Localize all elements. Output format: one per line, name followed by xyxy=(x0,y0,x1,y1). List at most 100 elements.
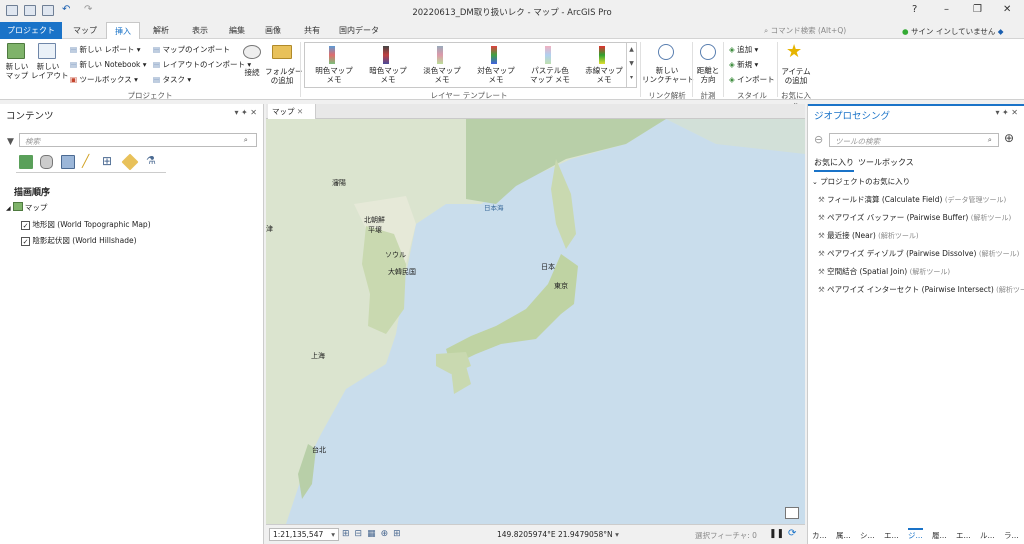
checkbox-checked[interactable]: ✓ xyxy=(21,221,30,230)
coordinate-readout[interactable]: 149.8205974°E 21.9479058°N ▾ xyxy=(497,530,619,539)
draw-order-heading: 描画順序 xyxy=(14,188,51,198)
layer-template-item[interactable]: 淡色マップ メモ xyxy=(419,66,465,84)
tool-search-input[interactable]: ツールの検索 ⌕ xyxy=(829,133,999,147)
restore-button[interactable]: ❐ xyxy=(973,4,982,15)
bell-icon[interactable]: ◆ xyxy=(995,27,1004,36)
list-by-editing-icon[interactable]: ╱ xyxy=(82,154,89,168)
favorite-tool-item[interactable]: ⚒ 最近接 (Near) (解析ツール) xyxy=(818,230,919,241)
pane-options-icon[interactable]: ▾ ✦ ✕ xyxy=(995,108,1018,117)
tab-insert[interactable]: 挿入 xyxy=(106,22,140,40)
tab-toolboxes[interactable]: ツールボックス xyxy=(858,157,914,168)
hammer-icon: ⚒ xyxy=(818,195,828,204)
checkbox-checked[interactable]: ✓ xyxy=(21,237,30,246)
map-canvas[interactable] xyxy=(266,104,805,524)
pane-options-icon[interactable]: ▾ ✦ ✕ xyxy=(234,108,257,117)
connect-button[interactable]: 接続 xyxy=(238,68,266,77)
distance-direction-icon xyxy=(700,44,716,60)
new-notebook-button[interactable]: ▤ 新しい Notebook ▾ xyxy=(70,59,147,70)
dock-tab[interactable]: ル... xyxy=(980,530,995,541)
new-link-chart-button[interactable]: 新しい リンクチャート xyxy=(642,66,694,84)
gallery-scroll[interactable]: ▲ ▼ ▾ xyxy=(626,43,636,87)
tab-imagery[interactable]: 画像 xyxy=(256,22,290,39)
dock-tab[interactable]: シ... xyxy=(860,530,875,541)
list-by-labeling-icon[interactable] xyxy=(121,153,139,171)
style-new-button[interactable]: ◈ 新規 ▾ xyxy=(729,59,758,70)
new-report-button[interactable]: ▤ 新しい レポート ▾ xyxy=(70,44,141,55)
style-import-button[interactable]: ◈ インポート xyxy=(729,74,775,85)
map-tab[interactable]: マップ ✕ xyxy=(268,104,316,119)
style-add-button[interactable]: ◈ 追加 ▾ xyxy=(729,44,758,55)
dock-tab[interactable]: カ... xyxy=(812,530,827,541)
title-bar: ↶ ↷ 20220613_DM取り扱いレク - マップ - ArcGIS Pro… xyxy=(0,0,1024,22)
favorite-tool-item[interactable]: ⚒ 空間結合 (Spatial Join) (解析ツール) xyxy=(818,266,950,277)
tab-domestic-data[interactable]: 国内データ xyxy=(334,22,384,39)
layer-template-item[interactable]: 暗色マップ メモ xyxy=(365,66,411,84)
layer-world-topographic[interactable]: ✓ 地形図 (World Topographic Map) xyxy=(21,219,151,230)
add-folder-button[interactable]: フォルダー の追加 xyxy=(265,67,303,85)
list-by-selection-icon[interactable] xyxy=(61,155,75,169)
dock-tab[interactable]: 属... xyxy=(836,530,851,541)
filter-icon[interactable]: ▼ xyxy=(7,137,14,147)
favorite-tool-item[interactable]: ⚒ ペアワイズ インターセクト (Pairwise Intersect) (解析… xyxy=(818,284,1024,295)
favorite-tool-item[interactable]: ⚒ フィールド演算 (Calculate Field) (データ管理ツール) xyxy=(818,194,1006,205)
task-button[interactable]: ▤ タスク ▾ xyxy=(153,74,191,85)
map-node[interactable]: ◢ マップ xyxy=(6,202,47,213)
close-button[interactable]: ✕ xyxy=(1003,4,1011,15)
map-tools-icon[interactable]: ⊞⊟▦⊕⊞ xyxy=(342,529,406,539)
tab-map[interactable]: マップ xyxy=(66,22,104,39)
tab-project[interactable]: プロジェクト xyxy=(0,22,62,39)
import-map-button[interactable]: ▤ マップのインポート xyxy=(153,44,230,55)
distance-direction-button[interactable]: 距離と 方向 xyxy=(694,66,722,84)
command-search[interactable]: ⌕ コマンド検索 (Alt+Q) xyxy=(764,25,890,37)
layer-template-item[interactable]: 明色マップ メモ xyxy=(311,66,357,84)
import-layout-button[interactable]: ▤ レイアウトのインポート ▾ xyxy=(153,59,251,70)
toolbox-button[interactable]: ▣ ツールボックス ▾ xyxy=(70,74,138,85)
layer-template-item[interactable]: パステル色 マップ メモ xyxy=(527,66,573,84)
group-link-analysis: リンク解析 xyxy=(648,91,686,100)
dock-tab[interactable]: 履... xyxy=(932,530,947,541)
dock-tab[interactable]: エ... xyxy=(956,530,971,541)
refresh-icon[interactable]: ⟳ xyxy=(788,528,796,539)
separator xyxy=(777,42,778,97)
list-by-perspective-icon[interactable]: ⚗ xyxy=(146,154,156,167)
pause-icon[interactable]: ❚❚ xyxy=(769,529,784,539)
list-by-drawing-order-icon[interactable] xyxy=(19,155,33,169)
back-icon[interactable]: ⊖ xyxy=(814,133,823,146)
selected-features-count: 選択フィーチャ: 0 xyxy=(695,531,757,540)
layer-template-item[interactable]: 赤線マップ メモ xyxy=(581,66,627,84)
scale-selector[interactable]: 1:21,135,547 ▾ xyxy=(269,528,339,541)
separator xyxy=(640,42,641,97)
signin-status[interactable]: ● サイン インしていません ◆ xyxy=(902,26,1004,37)
tab-favorites[interactable]: お気に入り xyxy=(814,157,854,172)
favorite-tool-item[interactable]: ⚒ ペアワイズ バッファー (Pairwise Buffer) (解析ツール) xyxy=(818,212,1011,223)
tab-edit[interactable]: 編集 xyxy=(220,22,254,39)
map-overview-icon[interactable] xyxy=(785,507,799,519)
tab-view[interactable]: 表示 xyxy=(183,22,217,39)
new-map-button[interactable]: 新しい マップ xyxy=(2,62,32,80)
dock-tab[interactable]: ジ... xyxy=(908,528,923,541)
window-title: 20220613_DM取り扱いレク - マップ - ArcGIS Pro xyxy=(412,8,612,18)
list-by-source-icon[interactable] xyxy=(40,155,53,169)
map-view[interactable]: 瀋陽 北朝鮮 平壌 ソウル 大韓民国 日本海 日本 東京 上海 台北 津 マップ ✕ xyxy=(266,104,805,524)
minimize-button[interactable]: – xyxy=(944,4,949,15)
layer-world-hillshade[interactable]: ✓ 陰影起伏図 (World Hillshade) xyxy=(21,235,137,246)
geoprocessing-title: ジオプロセシング xyxy=(814,111,891,122)
list-by-snapping-icon[interactable]: ⊞ xyxy=(102,154,112,168)
contents-search-input[interactable]: 検索 ⌕ xyxy=(19,133,257,147)
dock-tab[interactable]: エ... xyxy=(884,530,899,541)
template-icon xyxy=(545,46,551,64)
add-tool-icon[interactable]: ⊕ xyxy=(1004,131,1014,145)
dock-tab[interactable]: ラ... xyxy=(1004,530,1019,541)
tab-share[interactable]: 共有 xyxy=(295,22,329,39)
project-favorites-group[interactable]: ⌄ プロジェクトのお気に入り xyxy=(812,176,910,187)
help-button[interactable]: ? xyxy=(912,4,917,15)
template-icon xyxy=(599,46,605,64)
hammer-icon: ⚒ xyxy=(818,267,828,276)
add-item-button[interactable]: アイテム の追加 xyxy=(779,67,813,85)
group-project: プロジェクト xyxy=(127,91,173,100)
new-layout-button[interactable]: 新しい レイアウト xyxy=(31,62,69,80)
tab-analysis[interactable]: 解析 xyxy=(144,22,178,39)
favorite-star-icon: ★ xyxy=(786,41,803,62)
favorite-tool-item[interactable]: ⚒ ペアワイズ ディゾルブ (Pairwise Dissolve) (解析ツール… xyxy=(818,248,1019,259)
layer-template-item[interactable]: 対色マップ メモ xyxy=(473,66,519,84)
